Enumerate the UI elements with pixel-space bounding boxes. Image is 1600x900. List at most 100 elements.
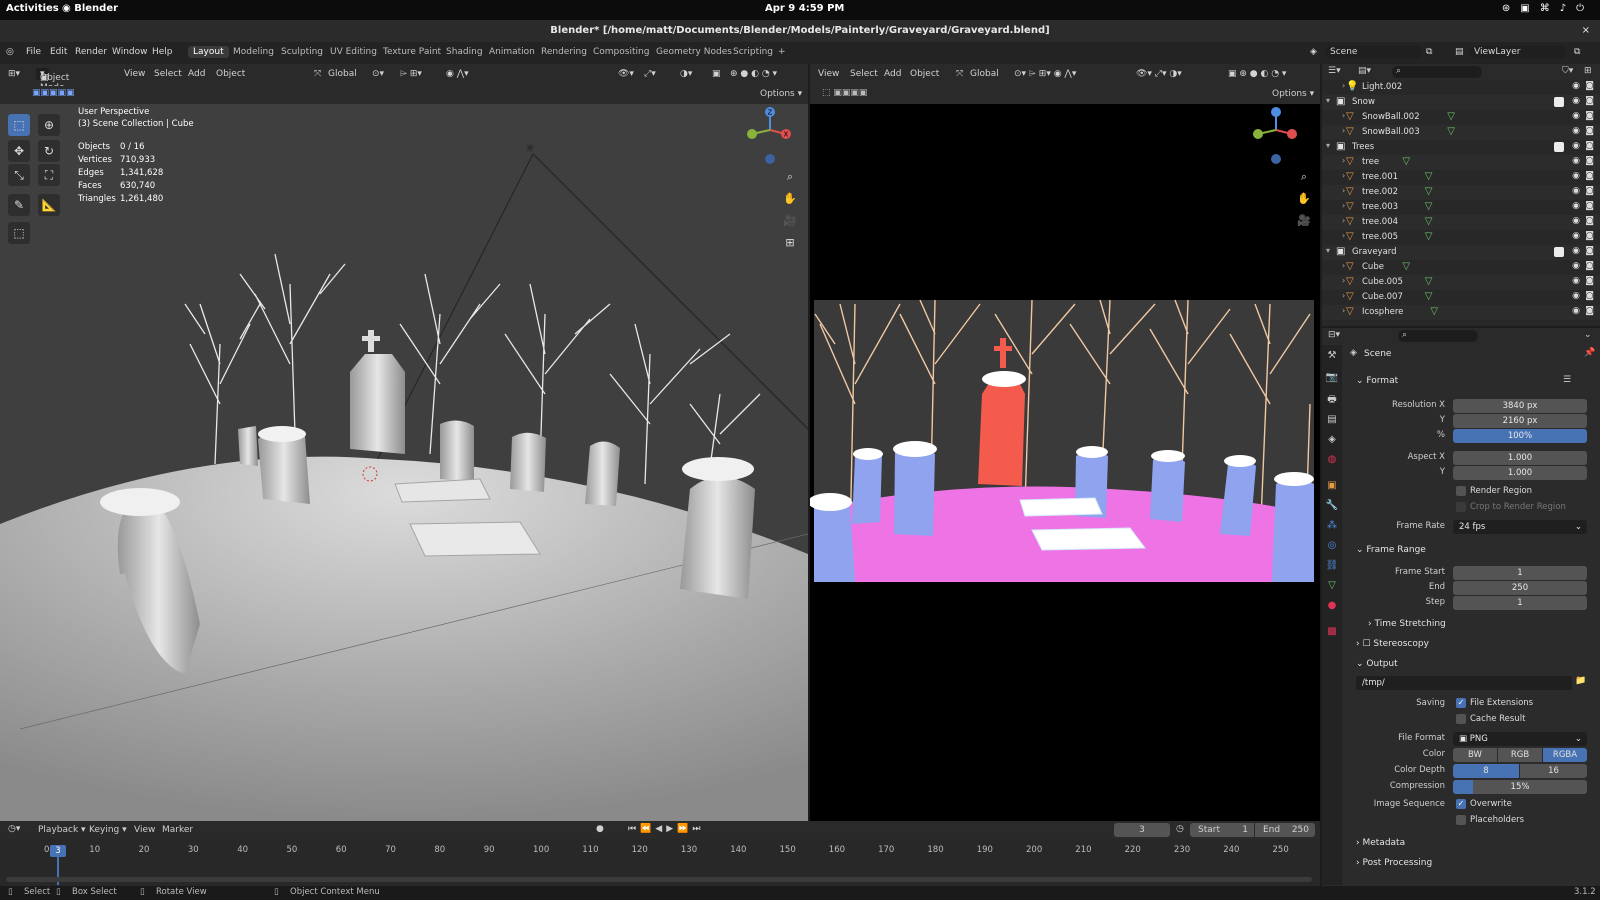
outliner-row[interactable]: › ▽ tree.002 ▽ ◉ ◙ — [1322, 185, 1600, 200]
tab-texture-paint[interactable]: Texture Paint — [378, 46, 446, 58]
resolution-percent-slider[interactable]: 100% — [1453, 429, 1587, 443]
network-icon[interactable]: ⌘ — [1540, 3, 1560, 14]
editor-type-icon[interactable]: ⊟▾ — [1328, 330, 1340, 340]
pan-hand-icon[interactable]: ✋ — [1295, 190, 1313, 208]
gizmo-icon[interactable]: ⤢▾ — [644, 69, 656, 79]
select-mode-icons[interactable]: ⬚ ▣▣▣▣ — [822, 88, 867, 98]
presets-icon[interactable]: ☰ — [1563, 375, 1571, 385]
render-camera-icon[interactable]: ◙ — [1585, 276, 1594, 286]
collapse-arrow-icon[interactable]: › — [1342, 111, 1345, 120]
activities-button[interactable]: Activities — [6, 3, 59, 14]
render-camera-icon[interactable]: ◙ — [1585, 231, 1594, 241]
color-depth-16-option[interactable]: 16 — [1520, 764, 1587, 778]
menu-view[interactable]: View — [124, 69, 145, 79]
tab-layout[interactable]: Layout — [188, 46, 229, 58]
cache-result-checkbox[interactable] — [1456, 714, 1466, 724]
scene-selector[interactable]: Scene — [1326, 46, 1422, 58]
transform-tool[interactable]: ⛶ — [38, 164, 60, 186]
mesh-data-icon[interactable]: ▽ — [1425, 276, 1433, 287]
tab-geometry-nodes[interactable]: Geometry Nodes — [651, 46, 737, 58]
left-3d-viewport[interactable]: ✳ ⬚ ⊕ ✥ ↻ ⤡ ⛶ ✎ 📐 ⬚ User Perspective (3)… — [0, 104, 808, 821]
menu-object[interactable]: Object — [216, 69, 245, 79]
steam-icon[interactable]: ⊛ — [1502, 3, 1520, 14]
outliner-row[interactable]: ▾ ▣ Trees ◉ ◙ — [1322, 140, 1600, 155]
mesh-data-icon[interactable]: ▽ — [1425, 171, 1433, 182]
end-frame-field[interactable]: End 250 — [1255, 823, 1315, 837]
visibility-eye-icon[interactable]: ◉ — [1572, 141, 1580, 151]
expand-arrow-icon[interactable]: ▾ — [1326, 96, 1330, 105]
playhead-frame-indicator[interactable]: 3 — [50, 845, 66, 857]
outliner-row[interactable]: ▾ ▣ Snow ◉ ◙ — [1322, 95, 1600, 110]
menu-object[interactable]: Object — [910, 69, 939, 79]
menu-add[interactable]: Add — [188, 69, 205, 79]
tab-animation[interactable]: Animation — [484, 46, 540, 58]
color-rgb-option[interactable]: RGB — [1498, 748, 1542, 762]
render-camera-icon[interactable]: ◙ — [1585, 306, 1594, 316]
outliner-row[interactable]: › ▽ SnowBall.003 ▽ ◉ ◙ — [1322, 125, 1600, 140]
frame-step-field[interactable]: 1 — [1453, 596, 1587, 610]
compression-slider[interactable]: 15% — [1453, 780, 1587, 794]
collapse-arrow-icon[interactable]: › — [1342, 126, 1345, 135]
crop-region-checkbox[interactable] — [1456, 502, 1466, 512]
mesh-data-icon[interactable]: ▽ — [1447, 126, 1455, 137]
cursor-tool[interactable]: ⊕ — [38, 114, 60, 136]
menu-render[interactable]: Render — [75, 47, 107, 57]
outliner-row[interactable]: › 💡 Light.002 ◉ ◙ — [1322, 80, 1600, 95]
clock[interactable]: Apr 9 4:59 PM — [765, 3, 844, 14]
visibility-eye-icon[interactable]: ◉ — [1572, 246, 1580, 256]
frame-range-header[interactable]: ⌄ Frame Range — [1356, 545, 1426, 555]
volume-icon[interactable]: ♪ — [1560, 3, 1576, 14]
resolution-x-field[interactable]: 3840 px — [1453, 399, 1587, 413]
camera-view-icon[interactable]: 🎥 — [781, 212, 799, 230]
view-menu[interactable]: View — [134, 825, 155, 835]
collapse-arrow-icon[interactable]: › — [1342, 216, 1345, 225]
frame-rate-dropdown[interactable]: 24 fps ⌄ — [1453, 520, 1587, 534]
select-mode-icons[interactable]: ▣▣▣▣▣ — [32, 88, 75, 98]
texture-tab-icon[interactable]: ▩ — [1325, 625, 1339, 639]
resolution-y-field[interactable]: 2160 px — [1453, 414, 1587, 428]
visibility-eye-icon[interactable]: ◉ — [1572, 201, 1580, 211]
format-section-header[interactable]: ⌄ Format — [1356, 376, 1398, 386]
scale-tool[interactable]: ⤡ — [8, 164, 30, 186]
render-camera-icon[interactable]: ◙ — [1585, 171, 1594, 181]
move-tool[interactable]: ✥ — [8, 140, 30, 162]
keying-menu[interactable]: Keying ▾ — [89, 825, 127, 835]
frame-start-field[interactable]: 1 — [1453, 566, 1587, 580]
mesh-data-icon[interactable]: ▽ — [1402, 156, 1410, 167]
right-3d-viewport-camera[interactable]: ⌕ ✋ 🎥 — [810, 104, 1320, 821]
mesh-data-icon[interactable]: ▽ — [1402, 261, 1410, 272]
menu-view[interactable]: View — [818, 69, 839, 79]
outliner-row[interactable]: › ▽ Cube.005 ▽ ◉ ◙ — [1322, 275, 1600, 290]
tab-modeling[interactable]: Modeling — [228, 46, 279, 58]
render-camera-icon[interactable]: ◙ — [1585, 141, 1594, 151]
pivot-icon[interactable]: ⊙▾ — [372, 69, 384, 79]
visibility-eye-icon[interactable]: ◉ — [1572, 231, 1580, 241]
window-close-button[interactable]: × — [1582, 20, 1590, 42]
time-stretching-header[interactable]: › Time Stretching — [1368, 619, 1446, 629]
power-icon[interactable]: ⏻ — [1576, 3, 1594, 14]
menu-help[interactable]: Help — [152, 47, 173, 57]
tab-sculpting[interactable]: Sculpting — [276, 46, 328, 58]
aspect-y-field[interactable]: 1.000 — [1453, 466, 1587, 480]
collapse-arrow-icon[interactable]: › — [1342, 231, 1345, 240]
render-camera-icon[interactable]: ◙ — [1585, 111, 1594, 121]
mesh-data-icon[interactable]: ▽ — [1447, 111, 1455, 122]
color-bw-option[interactable]: BW — [1453, 748, 1497, 762]
menu-window[interactable]: Window — [112, 47, 148, 57]
zoom-icon[interactable]: ⌕ — [781, 168, 799, 186]
visibility-eye-icon[interactable]: ◉ — [1572, 216, 1580, 226]
output-section-header[interactable]: ⌄ Output — [1356, 659, 1398, 669]
new-collection-icon[interactable]: ⊞ — [1584, 66, 1592, 76]
xray-icon[interactable]: ▣ — [712, 69, 721, 79]
post-processing-header[interactable]: › Post Processing — [1356, 858, 1432, 868]
view-layer-selector[interactable]: ViewLayer — [1470, 46, 1566, 58]
new-view-layer-icon[interactable]: ⧉ — [1574, 47, 1580, 57]
collapse-arrow-icon[interactable]: › — [1342, 156, 1345, 165]
annotate-tool[interactable]: ✎ — [8, 194, 30, 216]
modifier-tab-icon[interactable]: 🔧 — [1325, 499, 1339, 513]
visibility-eye-icon[interactable]: ◉ — [1572, 156, 1580, 166]
render-camera-icon[interactable]: ◙ — [1585, 126, 1594, 136]
proportional-edit-icon[interactable]: ◉ ⋀▾ — [446, 69, 469, 79]
frame-end-field[interactable]: 250 — [1453, 581, 1587, 595]
collapse-arrow-icon[interactable]: › — [1342, 201, 1345, 210]
